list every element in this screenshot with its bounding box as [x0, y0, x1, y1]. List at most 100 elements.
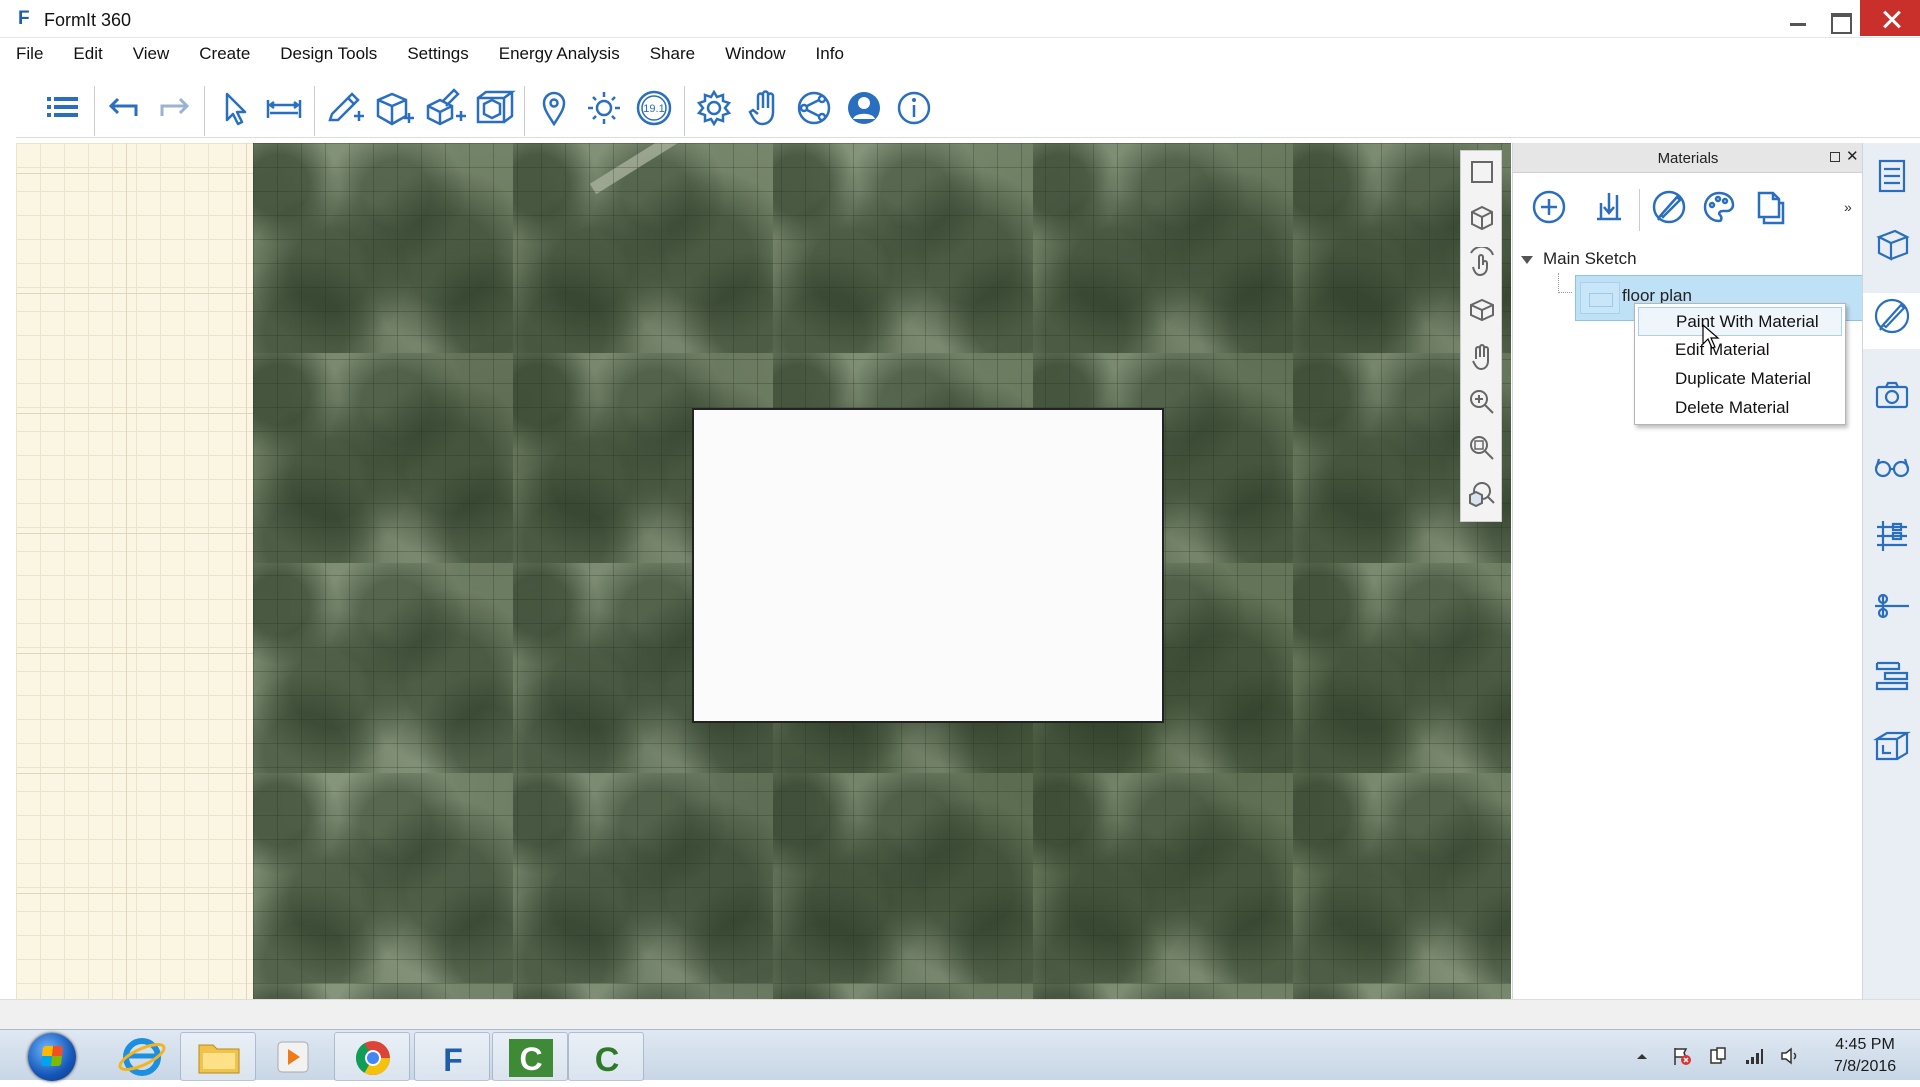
layers-icon[interactable] — [1869, 223, 1915, 269]
select-arrow-icon[interactable] — [210, 84, 258, 132]
visual-style-glasses-icon[interactable] — [1869, 443, 1915, 489]
chrome-icon[interactable] — [334, 1032, 410, 1081]
menu-info[interactable]: Info — [816, 44, 844, 68]
menu-window[interactable]: Window — [725, 44, 785, 68]
menu-design-tools[interactable]: Design Tools — [280, 44, 377, 68]
restore-button[interactable] — [1819, 4, 1859, 36]
share-icon[interactable] — [790, 84, 838, 132]
zoom-selection-icon[interactable] — [1465, 477, 1499, 511]
menu-energy-analysis[interactable]: Energy Analysis — [499, 44, 620, 68]
internet-explorer-icon[interactable] — [104, 1032, 180, 1081]
content-library-icon[interactable] — [1869, 723, 1915, 769]
menu-file[interactable]: File — [16, 44, 43, 68]
panel-title: Materials — [1657, 150, 1719, 167]
properties-icon[interactable] — [1869, 153, 1915, 199]
navigation-bar — [1460, 150, 1502, 522]
material-context-menu: Paint With Material Edit Material Duplic… — [1634, 303, 1846, 425]
dimension-icon[interactable] — [260, 84, 308, 132]
location-pin-icon[interactable] — [530, 84, 578, 132]
gesture-hand-icon[interactable] — [740, 84, 788, 132]
scenes-camera-icon[interactable] — [1869, 373, 1915, 419]
zoom-extents-icon[interactable] — [1465, 155, 1499, 189]
menu-share[interactable]: Share — [650, 44, 695, 68]
material-swatch[interactable] — [1580, 282, 1620, 314]
sketch-pencil-icon[interactable] — [320, 84, 368, 132]
tree-root-label: Main Sketch — [1543, 249, 1637, 268]
svg-text:C: C — [519, 1041, 542, 1077]
levels-icon[interactable] — [1869, 513, 1915, 559]
file-explorer-icon[interactable] — [180, 1032, 256, 1081]
menu-edit[interactable]: Edit — [73, 44, 102, 68]
menu-view[interactable]: View — [133, 44, 170, 68]
windows-taskbar: F C C 4:45 PM 7/8/2016 — [0, 1029, 1920, 1081]
menu-create[interactable]: Create — [199, 44, 250, 68]
action-center-flag-icon[interactable] — [1672, 1046, 1692, 1066]
view-cube-icon[interactable] — [1465, 201, 1499, 235]
pan-hand-icon[interactable] — [1465, 339, 1499, 373]
sun-icon[interactable] — [580, 84, 628, 132]
window-title: FormIt 360 — [44, 10, 132, 30]
undo-icon[interactable] — [100, 84, 148, 132]
menu-item-duplicate-material[interactable]: Duplicate Material — [1638, 365, 1842, 394]
close-icon[interactable]: ✕ — [1846, 147, 1859, 165]
media-player-icon[interactable] — [256, 1032, 332, 1081]
minimize-button[interactable] — [1777, 4, 1817, 36]
gear-icon[interactable] — [690, 84, 738, 132]
more-tools-button[interactable]: » — [1844, 199, 1852, 215]
zoom-window-icon[interactable] — [1465, 431, 1499, 465]
materials-panel: Materials ✕ » Main Sketch floor plan — [1512, 143, 1863, 999]
add-cube-icon[interactable] — [370, 84, 418, 132]
close-window-button[interactable] — [1860, 0, 1920, 36]
perspective-icon[interactable] — [1465, 293, 1499, 327]
menu-item-delete-material[interactable]: Delete Material — [1638, 394, 1842, 423]
start-button[interactable] — [28, 1033, 76, 1081]
redo-icon[interactable] — [150, 84, 198, 132]
camtasia-studio-icon[interactable]: C — [568, 1032, 644, 1081]
orbit-icon[interactable] — [1465, 245, 1499, 281]
menu-item-edit-material[interactable]: Edit Material — [1638, 336, 1842, 365]
menu-settings[interactable]: Settings — [407, 44, 468, 68]
layers-stack-icon[interactable] — [1869, 653, 1915, 699]
camtasia-recorder-icon[interactable]: C — [492, 1032, 568, 1081]
system-clock[interactable]: 4:45 PM 7/8/2016 — [1820, 1034, 1910, 1078]
floor-plan-rectangle[interactable] — [692, 408, 1164, 723]
materials-toolbar: » — [1513, 177, 1863, 237]
info-icon[interactable] — [890, 84, 938, 132]
main-toolbar: 19.1 — [16, 80, 1920, 138]
show-hidden-icons-icon[interactable] — [1632, 1046, 1652, 1066]
zoom-icon[interactable] — [1465, 385, 1499, 419]
palette-icon[interactable] — [1697, 185, 1741, 229]
model-viewport[interactable] — [253, 143, 1511, 999]
formit-icon[interactable]: F — [414, 1032, 490, 1081]
list-icon[interactable] — [38, 84, 86, 132]
level-cube-icon[interactable] — [420, 84, 468, 132]
menu-bar: File Edit View Create Design Tools Setti… — [16, 44, 874, 68]
tree-connector — [1558, 273, 1572, 293]
svg-text:F: F — [443, 1042, 463, 1078]
import-material-icon[interactable] — [1587, 185, 1631, 229]
materials-brush-icon[interactable] — [1863, 293, 1920, 349]
ground-grid[interactable] — [16, 143, 253, 999]
paint-brush-icon[interactable] — [1647, 185, 1691, 229]
group-cube-icon[interactable] — [470, 84, 518, 132]
network-signal-icon[interactable] — [1744, 1046, 1764, 1066]
float-panel-icon[interactable] — [1830, 152, 1840, 162]
expand-arrow-icon[interactable] — [1521, 256, 1533, 264]
title-bar: F FormIt 360 — [0, 0, 1920, 38]
version-badge-icon[interactable]: 19.1 — [630, 84, 678, 132]
groups-icon[interactable] — [1869, 583, 1915, 629]
user-icon[interactable] — [840, 84, 888, 132]
svg-text:C: C — [595, 1041, 620, 1079]
status-bar — [0, 999, 1920, 1029]
clock-time: 4:45 PM — [1835, 1036, 1895, 1053]
tree-root-main-sketch[interactable]: Main Sketch — [1521, 247, 1637, 271]
add-material-icon[interactable] — [1527, 185, 1571, 229]
menu-item-paint-with-material[interactable]: Paint With Material — [1638, 307, 1842, 336]
right-panel-strip — [1862, 143, 1920, 999]
copy-material-icon[interactable] — [1747, 185, 1791, 229]
devices-icon[interactable] — [1708, 1046, 1728, 1066]
panel-header: Materials ✕ — [1513, 143, 1863, 173]
volume-icon[interactable] — [1780, 1046, 1800, 1066]
formit-logo-icon: F — [18, 8, 30, 29]
svg-text:19.1: 19.1 — [643, 103, 664, 115]
